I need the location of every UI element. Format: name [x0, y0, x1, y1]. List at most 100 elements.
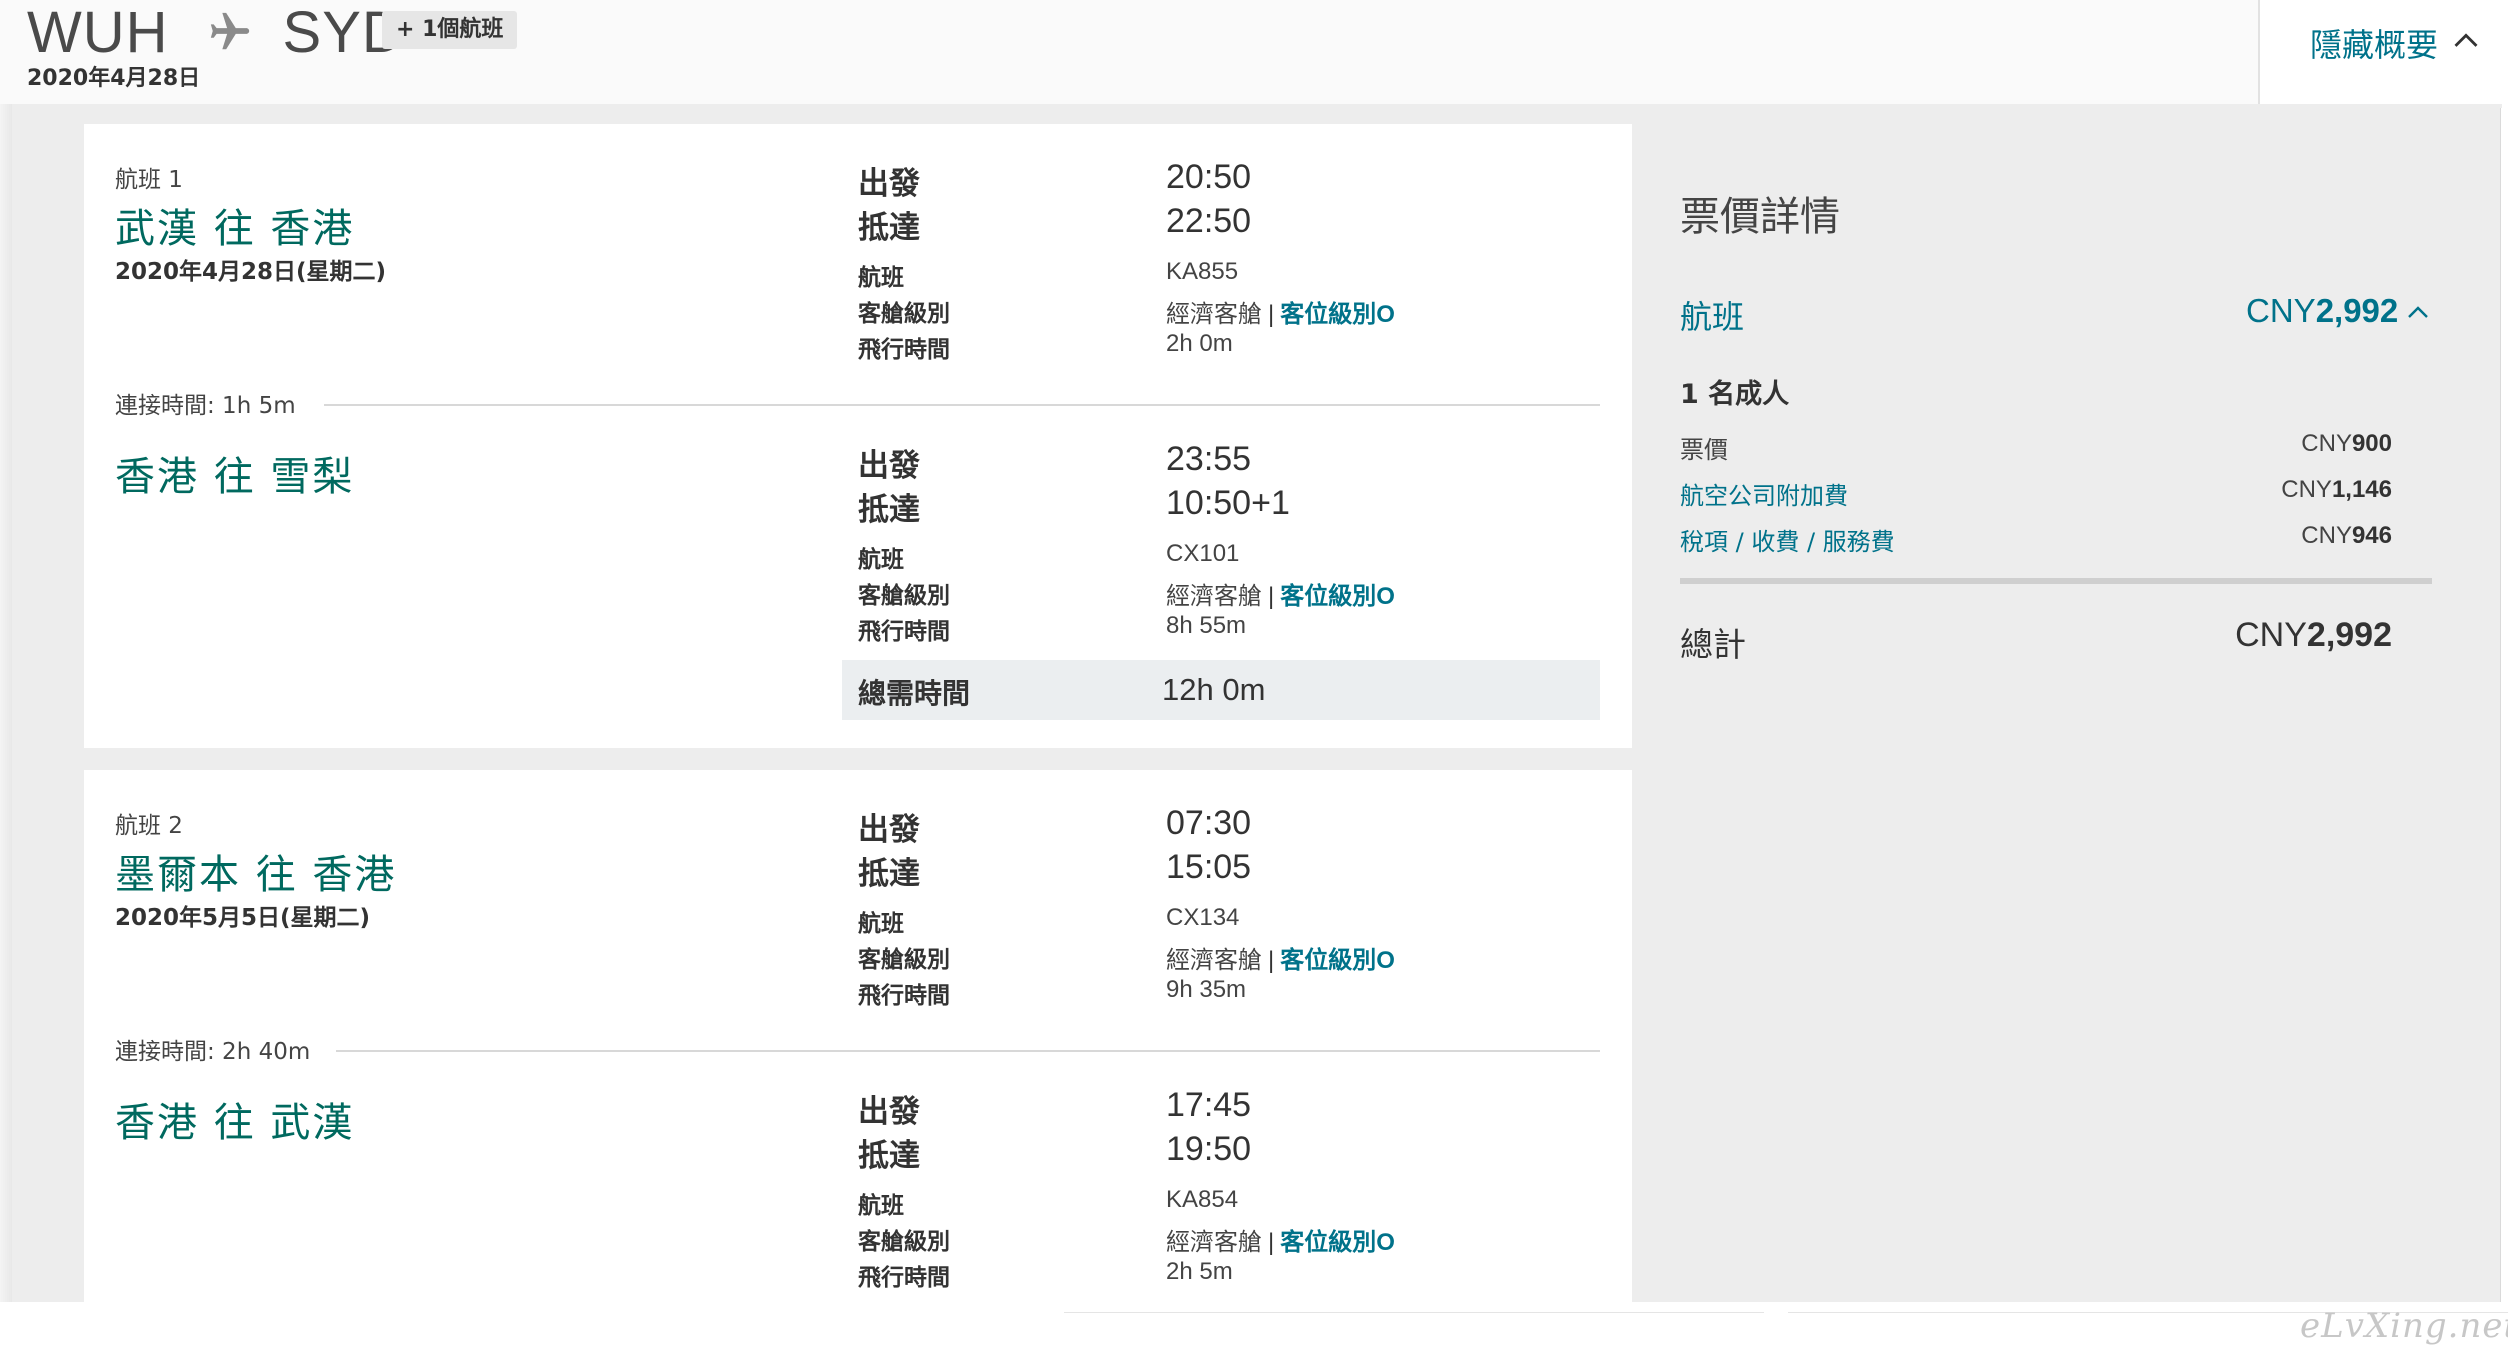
separator: |	[1268, 301, 1275, 328]
journey-card-1: 航班 1 武漢 往 香港 2020年4月28日(星期二) 出發 20:50 抵達…	[84, 124, 1632, 748]
depart-label: 出發	[858, 166, 920, 202]
segment-title: 香港 往 武漢	[115, 1100, 355, 1146]
route: WUH SYD	[27, 0, 405, 65]
fare-total-label: 總計	[1680, 625, 1746, 664]
amount: 1,146	[2331, 476, 2392, 503]
arrive-label: 抵達	[858, 856, 920, 892]
currency-code: CNY	[2301, 430, 2352, 457]
depart-time: 17:45	[1166, 1086, 1252, 1124]
cabin-name: 經濟客艙	[1166, 583, 1262, 610]
segment-title: 墨爾本 往 香港	[115, 852, 397, 898]
fare-flight-amount[interactable]: CNY2,992	[2246, 292, 2398, 330]
flight-code: CX134	[1166, 904, 1240, 931]
connection-divider	[324, 404, 1600, 406]
connection-divider	[336, 1050, 1600, 1052]
duration-value: 8h 55m	[1166, 612, 1247, 639]
cabin-name: 經濟客艙	[1166, 1229, 1262, 1256]
surcharge-link[interactable]: 航空公司附加費	[1680, 476, 1848, 511]
flight-label: 航班	[858, 547, 904, 573]
fare-divider	[1680, 578, 2432, 584]
duration-value: 2h 0m	[1166, 330, 1233, 357]
flight-code: CX101	[1166, 540, 1240, 567]
hide-summary-toggle[interactable]: 隱藏概要	[2258, 0, 2508, 108]
flight-number-label: 航班 2	[115, 813, 183, 839]
separator: |	[1268, 583, 1275, 610]
panel-edge	[0, 104, 12, 1302]
fare-row-amount: CNY946	[2180, 522, 2392, 550]
depart-time: 07:30	[1166, 804, 1252, 842]
amount: 2,992	[2315, 292, 2399, 329]
flight-number-label: 航班 1	[115, 167, 183, 193]
duration-value: 2h 5m	[1166, 1258, 1233, 1285]
journey-card-2: 航班 2 墨爾本 往 香港 2020年5月5日(星期二) 出發 07:30 抵達…	[84, 770, 1632, 1302]
arrive-time: 10:50+1	[1166, 484, 1290, 522]
duration-label: 飛行時間	[858, 337, 950, 363]
currency-code: CNY	[2246, 292, 2316, 329]
hide-summary-label: 隱藏概要	[2310, 26, 2439, 64]
arrive-time: 15:05	[1166, 848, 1252, 886]
cabin-name: 經濟客艙	[1166, 947, 1262, 974]
arrive-label: 抵達	[858, 492, 920, 528]
flight-date: 2020年4月28日(星期二)	[115, 259, 387, 285]
trip-summary-header: WUH SYD + 1個航班 2020年4月28日	[0, 0, 2258, 110]
booking-class-link[interactable]: 客位級別O	[1280, 1229, 1395, 1256]
fare-flight-toggle[interactable]: 航班	[1680, 292, 1744, 338]
currency-code: CNY	[2235, 616, 2307, 654]
depart-label: 出發	[858, 448, 920, 484]
segment-title: 武漢 往 香港	[115, 206, 355, 252]
arrive-label: 抵達	[858, 1138, 920, 1174]
connection-time: 連接時間: 1h 5m	[115, 386, 308, 420]
fare-total-amount: CNY2,992	[2180, 616, 2392, 655]
passenger-count: 1 名成人	[1680, 379, 1790, 410]
amount: 946	[2351, 522, 2392, 549]
taxes-link[interactable]: 稅項 / 收費 / 服務費	[1680, 522, 1895, 557]
flight-label: 航班	[858, 1193, 904, 1219]
depart-label: 出發	[858, 1094, 920, 1130]
currency-code: CNY	[2301, 522, 2352, 549]
separator: |	[1268, 1229, 1275, 1256]
fare-row-label: 票價	[1680, 436, 1728, 464]
duration-label: 飛行時間	[858, 619, 950, 645]
cabin-label: 客艙級別	[858, 301, 950, 327]
booking-class-link[interactable]: 客位級別O	[1280, 301, 1395, 328]
cabin-label: 客艙級別	[858, 947, 950, 973]
amount: 2,992	[2306, 616, 2392, 654]
cabin-label: 客艙級別	[858, 583, 950, 609]
duration-value: 9h 35m	[1166, 976, 1247, 1003]
duration-label: 飛行時間	[858, 1265, 950, 1291]
connection-time: 連接時間: 2h 40m	[115, 1032, 323, 1066]
scrollbar-track[interactable]	[2500, 108, 2508, 1302]
fare-details-title: 票價詳情	[1680, 194, 1840, 240]
flight-label: 航班	[858, 911, 904, 937]
fare-row-amount: CNY1,146	[2180, 476, 2392, 504]
flight-date: 2020年5月5日(星期二)	[115, 905, 371, 931]
chevron-up-icon	[2454, 33, 2478, 47]
depart-label: 出發	[858, 812, 920, 848]
page-content-fragment	[1064, 1312, 1764, 1367]
extra-flights-badge: + 1個航班	[382, 11, 518, 49]
trip-date: 2020年4月28日	[27, 66, 201, 91]
total-duration-value: 12h 0m	[1162, 672, 1266, 707]
arrive-time: 19:50	[1166, 1130, 1252, 1168]
chevron-up-icon[interactable]	[2406, 300, 2430, 324]
duration-label: 飛行時間	[858, 983, 950, 1009]
flight-code: KA854	[1166, 1186, 1239, 1213]
flight-code: KA855	[1166, 258, 1239, 285]
booking-class-link[interactable]: 客位級別O	[1280, 947, 1395, 974]
arrive-label: 抵達	[858, 210, 920, 246]
fare-row-amount: CNY900	[2180, 430, 2392, 458]
cabin-label: 客艙級別	[858, 1229, 950, 1255]
booking-class-link[interactable]: 客位級別O	[1280, 583, 1395, 610]
segment-title: 香港 往 雪梨	[115, 454, 355, 500]
cabin-value: 經濟客艙 | 客位級別O	[1166, 1222, 1395, 1257]
cabin-value: 經濟客艙 | 客位級別O	[1166, 294, 1395, 329]
currency-code: CNY	[2281, 476, 2332, 503]
cabin-value: 經濟客艙 | 客位級別O	[1166, 576, 1395, 611]
depart-time: 23:55	[1166, 440, 1252, 478]
flight-label: 航班	[858, 265, 904, 291]
amount: 900	[2351, 430, 2392, 457]
cabin-value: 經濟客艙 | 客位級別O	[1166, 940, 1395, 975]
watermark: eLvXing.net	[2300, 1306, 2508, 1346]
separator: |	[1268, 947, 1275, 974]
origin-code: WUH	[27, 0, 169, 65]
